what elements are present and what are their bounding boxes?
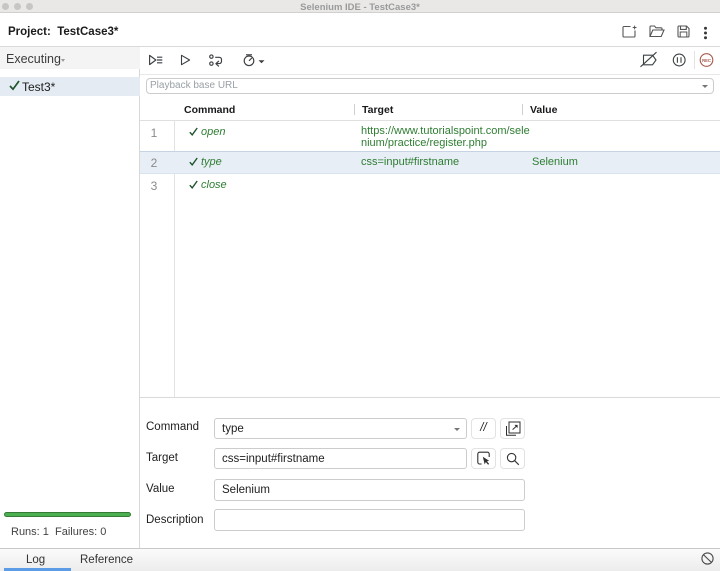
svg-text:REC: REC <box>702 58 711 63</box>
